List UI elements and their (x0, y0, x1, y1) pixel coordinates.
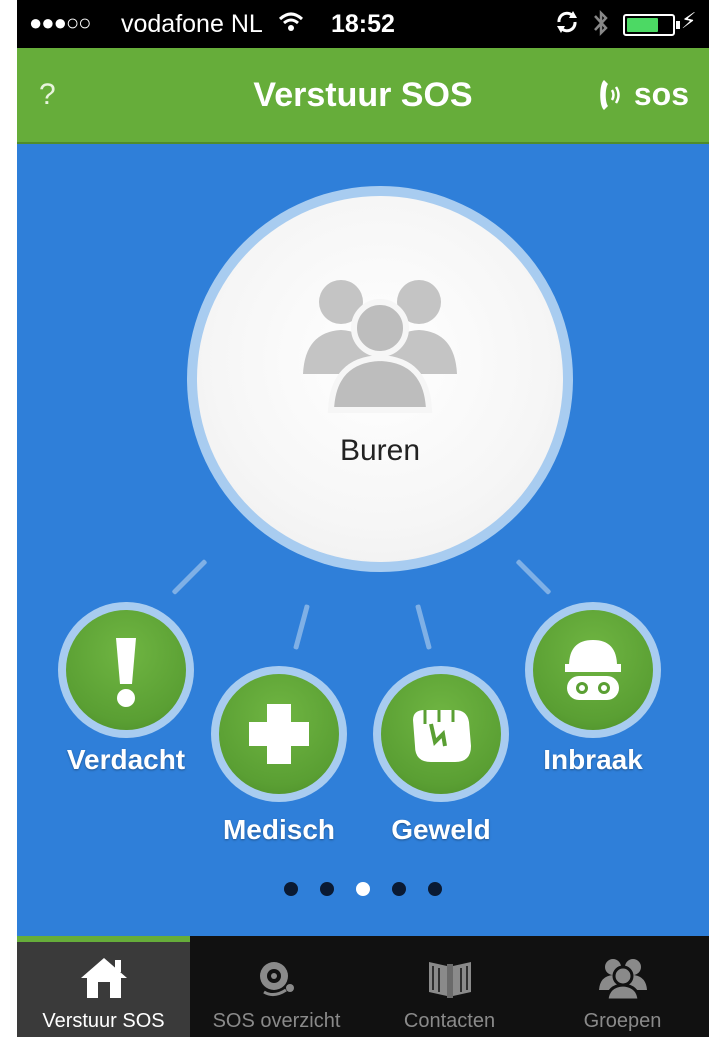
navigation-bar: ? Verstuur SOS sos (17, 48, 709, 144)
charging-icon: ⚡ (681, 8, 697, 33)
wifi-icon (277, 8, 305, 43)
bluetooth-icon (591, 8, 611, 45)
tab-label: Groepen (583, 1010, 662, 1032)
category-verdacht-label: Verdacht (66, 744, 186, 775)
sos-call-button[interactable]: sos (596, 76, 689, 113)
category-disc (219, 674, 339, 794)
category-verdacht-button[interactable] (58, 602, 194, 738)
category-disc (66, 610, 186, 730)
medical-cross-icon (249, 704, 309, 764)
signal-strength: ●●●○○ (29, 10, 91, 35)
page-dot[interactable] (428, 882, 442, 896)
book-icon (429, 962, 471, 998)
tab-groepen[interactable]: Groepen (536, 936, 709, 1037)
phone-screen: ●●●○○ vodafone NL 18:52 ⚡ ? Verstuur SOS… (17, 0, 709, 1037)
tab-label: Verstuur SOS (42, 1010, 165, 1032)
main-target-label: Buren (339, 434, 421, 467)
page-dot-active[interactable] (356, 882, 370, 896)
fist-icon (413, 710, 471, 762)
category-geweld-button[interactable] (373, 666, 509, 802)
tab-bar: Verstuur SOS SOS overzicht Contacten Gro… (17, 936, 709, 1037)
main-target-ring: Buren (187, 186, 573, 572)
sync-icon (553, 8, 581, 43)
burglar-icon (565, 640, 621, 700)
category-geweld-label: Geweld (391, 814, 491, 845)
category-disc (533, 610, 653, 730)
group-icon (303, 280, 457, 413)
phone-ring-icon (600, 79, 620, 110)
battery-nub (676, 21, 680, 29)
connector-line (415, 604, 432, 650)
tab-sos-overzicht[interactable]: SOS overzicht (190, 936, 363, 1037)
carrier-name: vodafone NL (121, 10, 263, 38)
home-icon (81, 958, 127, 998)
main-target-button[interactable]: Buren (197, 196, 563, 562)
tab-contacten[interactable]: Contacten (363, 936, 536, 1037)
battery-indicator (623, 14, 680, 36)
sos-selection-area: Buren Verdacht Medisch Geweld Inbraak (17, 144, 709, 936)
sos-label: sos (633, 76, 689, 112)
page-dot[interactable] (392, 882, 406, 896)
page-indicator[interactable] (17, 882, 709, 896)
siren-icon (260, 962, 294, 997)
category-medisch-button[interactable] (211, 666, 347, 802)
connector-line (515, 558, 552, 596)
status-bar: ●●●○○ vodafone NL 18:52 ⚡ (17, 0, 709, 48)
tab-label: Contacten (403, 1010, 496, 1032)
page-dot[interactable] (320, 882, 334, 896)
page-dot[interactable] (284, 882, 298, 896)
tab-verstuur-sos[interactable]: Verstuur SOS (17, 936, 190, 1037)
exclamation-icon (116, 638, 136, 707)
tab-label: SOS overzicht (212, 1010, 341, 1032)
category-inbraak-button[interactable] (525, 602, 661, 738)
clock: 18:52 (331, 10, 395, 38)
connector-line (171, 558, 208, 596)
connector-line (293, 604, 310, 650)
group-icon (599, 959, 647, 1000)
category-disc (381, 674, 501, 794)
battery-fill (627, 18, 658, 32)
category-inbraak-label: Inbraak (543, 744, 643, 775)
